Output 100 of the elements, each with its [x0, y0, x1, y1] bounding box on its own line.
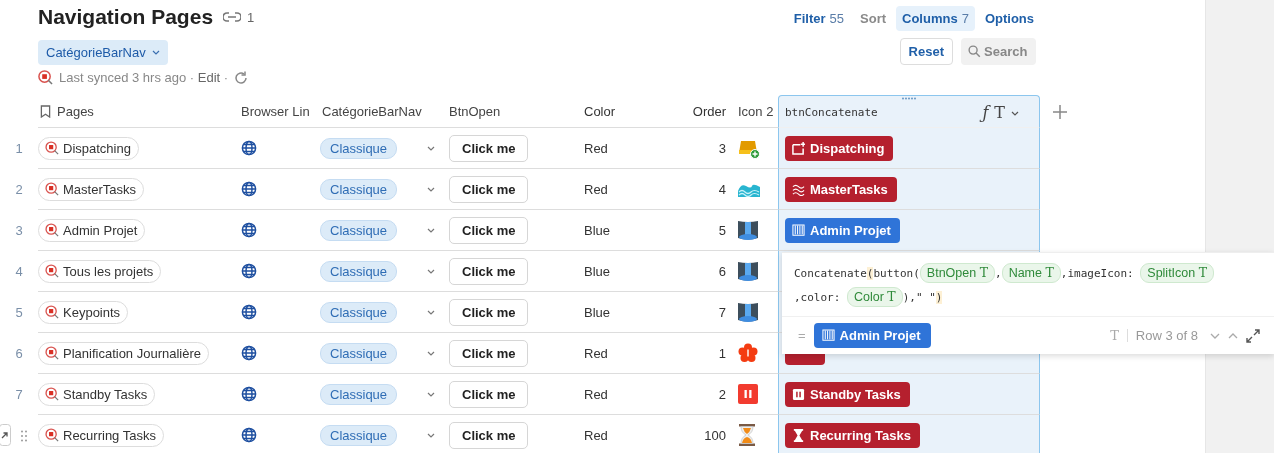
- order-cell: 5: [718, 222, 726, 238]
- page-search-icon: [45, 346, 59, 360]
- edit-link[interactable]: Edit: [197, 70, 221, 85]
- sync-status: Last synced 3 hrs ago · Edit ·: [59, 70, 229, 85]
- color-cell: Blue: [584, 263, 611, 279]
- chevron-down-icon[interactable]: [427, 186, 435, 192]
- color-cell: Red: [584, 345, 608, 361]
- column-header[interactable]: Color: [578, 95, 660, 128]
- column-reference-chip[interactable]: Color T: [847, 287, 903, 307]
- category-tag: Classique: [320, 137, 398, 159]
- click-me-button[interactable]: Click me: [449, 175, 529, 203]
- click-me-button[interactable]: Click me: [449, 380, 529, 408]
- row-number: 4: [15, 264, 23, 279]
- wave-icon: [792, 182, 805, 196]
- result-type-glyph: T: [1110, 328, 1119, 343]
- column-type-glyph[interactable]: T: [994, 101, 1005, 125]
- filter-chip[interactable]: CatégorieBarNav: [38, 40, 168, 65]
- category-tag: Classique: [320, 260, 398, 282]
- drag-handle-icon[interactable]: [902, 97, 916, 100]
- order-cell: 6: [718, 263, 726, 279]
- formula-code: ,color:: [794, 291, 842, 304]
- order-cell: 1: [718, 345, 726, 361]
- toolbar-button[interactable]: Columns 7: [896, 6, 975, 31]
- color-cell: Red: [584, 427, 608, 443]
- click-me-button[interactable]: Click me: [449, 421, 529, 449]
- chevron-up-icon[interactable]: [1228, 332, 1238, 339]
- chevron-down-icon[interactable]: [427, 227, 435, 233]
- globe-icon[interactable]: [241, 427, 257, 443]
- formula-code: ,imageIcon:: [1060, 267, 1135, 280]
- column-header[interactable]: CatégorieBarNav: [320, 95, 443, 128]
- column-title: Browser Lin: [241, 103, 310, 119]
- click-me-button[interactable]: Click me: [449, 339, 529, 367]
- concatenated-button[interactable]: Standby Tasks: [785, 381, 910, 407]
- formula-paren: ): [935, 291, 943, 304]
- formula-editor[interactable]: Concatenate(button( BtnOpen T , Name T ,imageIcon: SplitIcon T ,color: Color T )," "): [782, 253, 1274, 317]
- click-me-button[interactable]: Click me: [449, 216, 529, 244]
- globe-icon[interactable]: [241, 304, 257, 320]
- column-header[interactable]: Order: [660, 95, 732, 128]
- page-search-icon: [45, 264, 59, 278]
- result-button[interactable]: Admin Projet: [813, 323, 931, 348]
- column-header[interactable]: BtnOpen: [443, 95, 578, 128]
- column-reference-chip[interactable]: Name T: [1001, 263, 1061, 283]
- chevron-down-icon[interactable]: [427, 145, 435, 151]
- chevron-down-icon[interactable]: [427, 391, 435, 397]
- chevron-down-icon[interactable]: [1011, 110, 1019, 116]
- link-icon[interactable]: [223, 12, 242, 22]
- page-search-icon: [45, 182, 59, 196]
- row-position: Row 3 of 8: [1135, 328, 1198, 343]
- globe-icon[interactable]: [241, 263, 257, 279]
- search-field[interactable]: Search: [961, 38, 1036, 65]
- reset-button[interactable]: Reset: [899, 38, 953, 65]
- color-cell: Blue: [584, 222, 611, 238]
- page-search-icon: [45, 305, 59, 319]
- pause-icon: [738, 384, 758, 404]
- concatenated-button[interactable]: Admin Projet: [785, 217, 900, 243]
- globe-icon[interactable]: [241, 181, 257, 197]
- color-cell: Red: [584, 140, 608, 156]
- click-me-button[interactable]: Click me: [449, 298, 529, 326]
- formula-code: ,: [995, 267, 1002, 280]
- concatenated-button[interactable]: MasterTasks: [785, 176, 897, 202]
- column-header[interactable]: Pages: [38, 95, 235, 128]
- category-tag: Classique: [320, 342, 398, 364]
- row-number: 3: [15, 223, 23, 238]
- color-cell: Red: [584, 386, 608, 402]
- globe-icon[interactable]: [241, 222, 257, 238]
- category-tag: Classique: [320, 424, 398, 446]
- concatenated-button[interactable]: Dispatching: [785, 135, 894, 161]
- column-header-selected[interactable]: btnConcatenate ƒ T: [778, 95, 1040, 128]
- column-title: btnConcatenate: [785, 105, 878, 121]
- chevron-down-icon[interactable]: [427, 268, 435, 274]
- refresh-icon[interactable]: [234, 70, 249, 85]
- chevron-down-icon[interactable]: [427, 309, 435, 315]
- column-title: CatégorieBarNav: [322, 103, 422, 119]
- chevron-down-icon[interactable]: [427, 432, 435, 438]
- expand-row-icon[interactable]: [0, 424, 11, 446]
- toolbar-button[interactable]: Filter 55: [787, 6, 851, 31]
- order-cell: 3: [718, 140, 726, 156]
- click-me-button[interactable]: Click me: [449, 134, 529, 162]
- drag-handle-icon[interactable]: [21, 429, 27, 442]
- color-cell: Red: [584, 181, 608, 197]
- globe-icon[interactable]: [241, 345, 257, 361]
- row-number: 5: [15, 305, 23, 320]
- row-number: 1: [15, 141, 23, 156]
- page-title: Navigation Pages: [38, 5, 214, 29]
- expand-icon[interactable]: [1246, 328, 1260, 343]
- column-reference-chip[interactable]: SplitIcon T: [1140, 263, 1215, 283]
- column-header[interactable]: Browser Lin: [235, 95, 320, 128]
- click-me-button[interactable]: Click me: [449, 257, 529, 285]
- concatenated-button[interactable]: Recurring Tasks: [785, 422, 920, 448]
- toolbar-button[interactable]: Options: [978, 6, 1040, 31]
- add-column-icon[interactable]: [1053, 104, 1067, 119]
- globe-icon[interactable]: [241, 386, 257, 402]
- color-cell: Blue: [584, 304, 611, 320]
- column-reference-chip[interactable]: BtnOpen T: [919, 263, 995, 283]
- page-search-icon: [45, 223, 59, 237]
- column-title: Pages: [57, 103, 94, 119]
- column-title: BtnOpen: [449, 103, 501, 119]
- chevron-down-icon[interactable]: [427, 350, 435, 356]
- formula-code: button(: [873, 267, 920, 280]
- globe-icon[interactable]: [241, 140, 257, 156]
